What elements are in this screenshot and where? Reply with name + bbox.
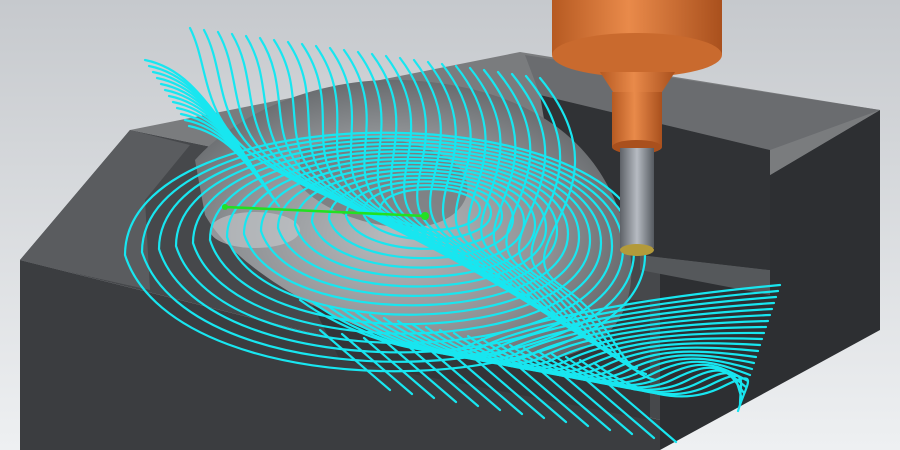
holder-neck: [612, 92, 662, 147]
link-start-marker: [222, 204, 228, 210]
link-end-marker: [421, 212, 429, 220]
cutter: [620, 148, 654, 256]
spindle-base: [552, 33, 722, 77]
cutter-tip: [620, 244, 654, 256]
machining-scene: [0, 0, 900, 450]
cutter-shank: [620, 148, 654, 248]
